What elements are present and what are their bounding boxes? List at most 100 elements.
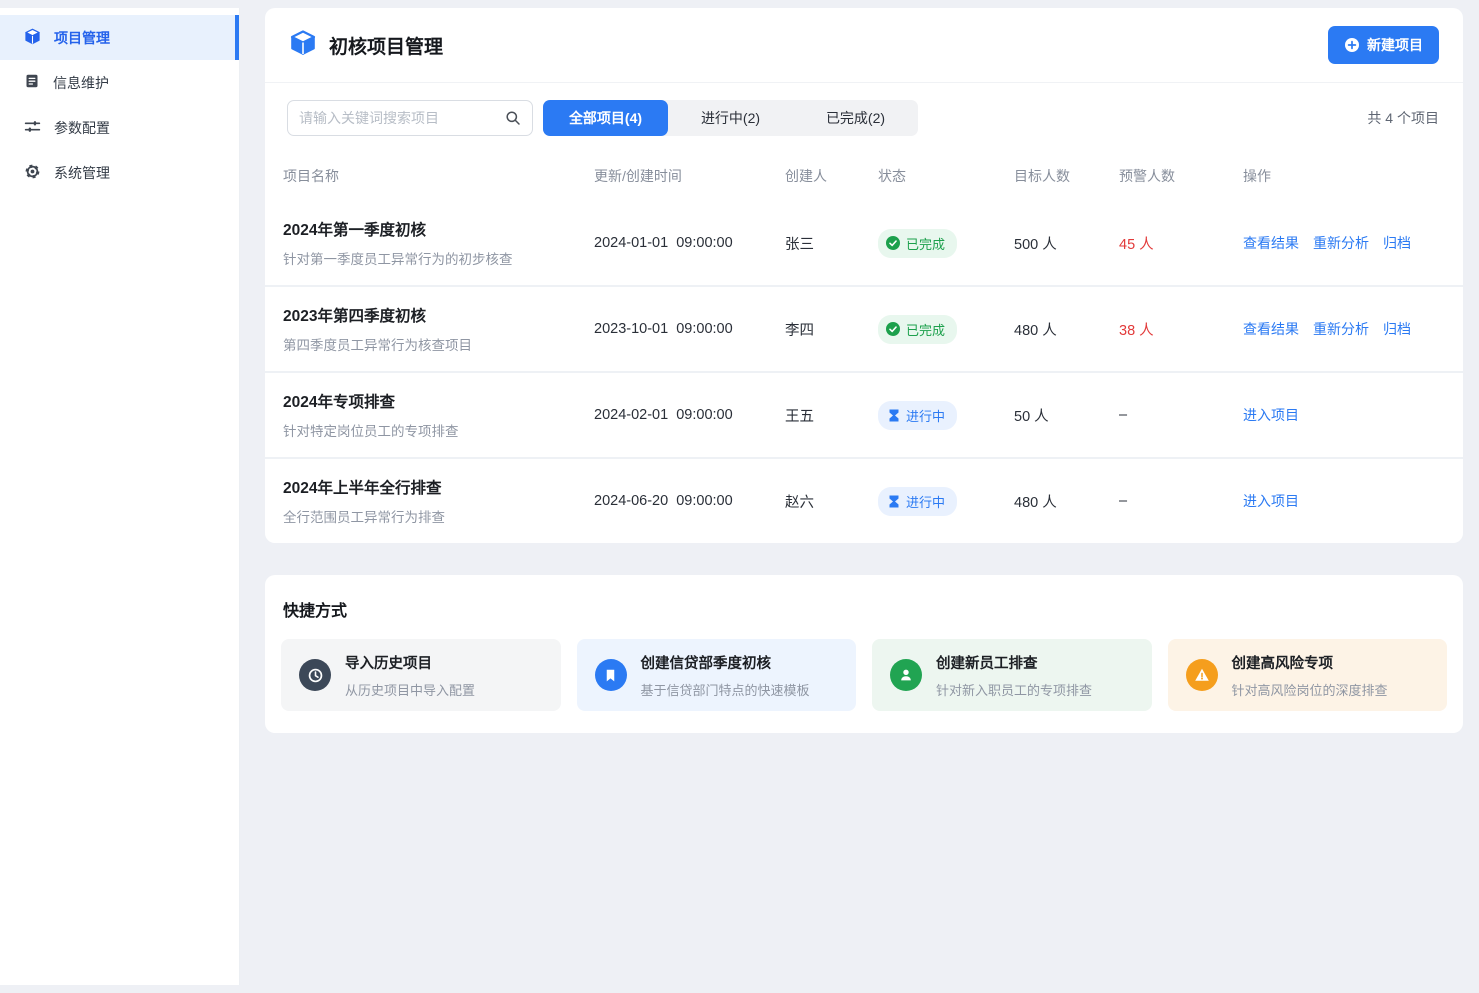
- project-title: 2024年专项排查: [283, 390, 594, 412]
- clock-icon: [299, 659, 331, 691]
- sidebar: 项目管理 信息维护 参数配置 系统管理: [0, 8, 240, 985]
- tab-completed[interactable]: 已完成(2): [793, 100, 918, 136]
- cube-icon: [289, 29, 317, 62]
- time-cell: 2024-01-01 09:00:00: [594, 235, 785, 251]
- reanalyze-link[interactable]: 重新分析: [1313, 319, 1369, 339]
- cube-icon: [24, 28, 41, 48]
- column-header: 更新/创建时间: [594, 166, 785, 186]
- sidebar-item-projects[interactable]: 项目管理: [0, 15, 239, 60]
- project-name-cell: 2023年第四季度初核 第四季度员工异常行为核查项目: [283, 304, 594, 354]
- column-header: 目标人数: [1014, 166, 1119, 186]
- target-cell: 500 人: [1014, 233, 1119, 254]
- shortcut-desc: 针对高风险岗位的深度排查: [1232, 680, 1388, 699]
- project-title: 2024年上半年全行排查: [283, 476, 594, 498]
- shortcut-high-risk[interactable]: 创建高风险专项 针对高风险岗位的深度排查: [1168, 639, 1448, 711]
- status-cell: 进行中: [878, 487, 1014, 516]
- sidebar-item-params[interactable]: 参数配置: [0, 105, 239, 150]
- new-project-label: 新建项目: [1367, 35, 1423, 55]
- warning-cell: –: [1119, 493, 1243, 509]
- status-cell: 进行中: [878, 401, 1014, 430]
- projects-card: 初核项目管理 新建项目: [265, 8, 1463, 543]
- project-desc: 全行范围员工异常行为排查: [283, 506, 594, 526]
- warning-cell: 38 人: [1119, 319, 1243, 340]
- time-cell: 2024-02-01 09:00:00: [594, 407, 785, 423]
- bookmark-icon: [595, 659, 627, 691]
- table-row: 2024年专项排查 针对特定岗位员工的专项排查 2024-02-01 09:00…: [265, 373, 1463, 457]
- column-header: 创建人: [785, 166, 878, 186]
- sidebar-item-label: 信息维护: [53, 73, 109, 93]
- check-circle-icon: [886, 322, 900, 336]
- sidebar-item-label: 项目管理: [54, 28, 110, 48]
- warning-cell: 45 人: [1119, 233, 1243, 254]
- project-name-cell: 2024年上半年全行排查 全行范围员工异常行为排查: [283, 476, 594, 526]
- actions-cell: 进入项目: [1243, 491, 1463, 511]
- enter-project-link[interactable]: 进入项目: [1243, 405, 1299, 425]
- shortcut-title: 创建高风险专项: [1232, 652, 1388, 673]
- sidebar-item-label: 系统管理: [54, 163, 110, 183]
- shortcut-desc: 针对新入职员工的专项排查: [936, 680, 1092, 699]
- status-cell: 已完成: [878, 315, 1014, 344]
- shortcut-credit-quarterly[interactable]: 创建信贷部季度初核 基于信贷部门特点的快速模板: [577, 639, 857, 711]
- sidebar-item-label: 参数配置: [54, 118, 110, 138]
- project-name-cell: 2024年专项排查 针对特定岗位员工的专项排查: [283, 390, 594, 440]
- creator-cell: 李四: [785, 319, 878, 340]
- status-cell: 已完成: [878, 229, 1014, 258]
- reanalyze-link[interactable]: 重新分析: [1313, 233, 1369, 253]
- status-label: 已完成: [906, 234, 945, 253]
- document-icon: [24, 73, 40, 92]
- hourglass-icon: [888, 409, 900, 422]
- check-circle-icon: [886, 236, 900, 250]
- table-row: 2023年第四季度初核 第四季度员工异常行为核查项目 2023-10-01 09…: [265, 287, 1463, 371]
- project-count: 共 4 个项目: [1367, 108, 1439, 128]
- status-label: 已完成: [906, 320, 945, 339]
- shortcut-title: 导入历史项目: [345, 652, 475, 673]
- time-cell: 2024-06-20 09:00:00: [594, 493, 785, 509]
- table-row: 2024年上半年全行排查 全行范围员工异常行为排查 2024-06-20 09:…: [265, 459, 1463, 543]
- archive-link[interactable]: 归档: [1383, 319, 1411, 339]
- project-title: 2024年第一季度初核: [283, 218, 594, 240]
- column-header: 操作: [1243, 166, 1463, 186]
- filter-tabs: 全部项目(4) 进行中(2) 已完成(2): [543, 100, 918, 136]
- sidebar-item-info[interactable]: 信息维护: [0, 60, 239, 105]
- actions-cell: 进入项目: [1243, 405, 1463, 425]
- creator-cell: 张三: [785, 233, 878, 254]
- creator-cell: 王五: [785, 405, 878, 426]
- status-label: 进行中: [906, 492, 945, 511]
- page-title: 初核项目管理: [329, 32, 443, 59]
- view-results-link[interactable]: 查看结果: [1243, 319, 1299, 339]
- project-title: 2023年第四季度初核: [283, 304, 594, 326]
- status-badge: 进行中: [878, 401, 957, 430]
- project-name-cell: 2024年第一季度初核 针对第一季度员工异常行为的初步核查: [283, 218, 594, 268]
- search-input[interactable]: [299, 110, 505, 126]
- status-badge: 进行中: [878, 487, 957, 516]
- target-cell: 480 人: [1014, 491, 1119, 512]
- search-icon[interactable]: [505, 110, 521, 126]
- search-box[interactable]: [287, 100, 533, 136]
- view-results-link[interactable]: 查看结果: [1243, 233, 1299, 253]
- status-label: 进行中: [906, 406, 945, 425]
- shortcut-new-employee[interactable]: 创建新员工排查 针对新入职员工的专项排查: [872, 639, 1152, 711]
- shortcut-import-history[interactable]: 导入历史项目 从历史项目中导入配置: [281, 639, 561, 711]
- shortcuts-card: 快捷方式 导入历史项目 从历史项目中导入配置: [265, 575, 1463, 733]
- project-desc: 针对第一季度员工异常行为的初步核查: [283, 248, 594, 268]
- enter-project-link[interactable]: 进入项目: [1243, 491, 1299, 511]
- archive-link[interactable]: 归档: [1383, 233, 1411, 253]
- warning-icon: [1186, 659, 1218, 691]
- shortcut-title: 创建新员工排查: [936, 652, 1092, 673]
- table-body: 2024年第一季度初核 针对第一季度员工异常行为的初步核查 2024-01-01…: [265, 201, 1463, 543]
- main-content: 初核项目管理 新建项目: [240, 0, 1479, 733]
- status-badge: 已完成: [878, 315, 957, 344]
- tab-all[interactable]: 全部项目(4): [543, 100, 668, 136]
- warning-cell: –: [1119, 407, 1243, 423]
- sidebar-item-system[interactable]: 系统管理: [0, 150, 239, 195]
- sliders-icon: [24, 118, 41, 138]
- column-header: 状态: [878, 166, 1014, 186]
- new-project-button[interactable]: 新建项目: [1328, 26, 1439, 64]
- project-desc: 第四季度员工异常行为核查项目: [283, 334, 594, 354]
- tab-in-progress[interactable]: 进行中(2): [668, 100, 793, 136]
- shortcuts-title: 快捷方式: [283, 597, 1445, 621]
- status-badge: 已完成: [878, 229, 957, 258]
- creator-cell: 赵六: [785, 491, 878, 512]
- shortcut-title: 创建信贷部季度初核: [641, 652, 810, 673]
- actions-cell: 查看结果 重新分析 归档: [1243, 319, 1463, 339]
